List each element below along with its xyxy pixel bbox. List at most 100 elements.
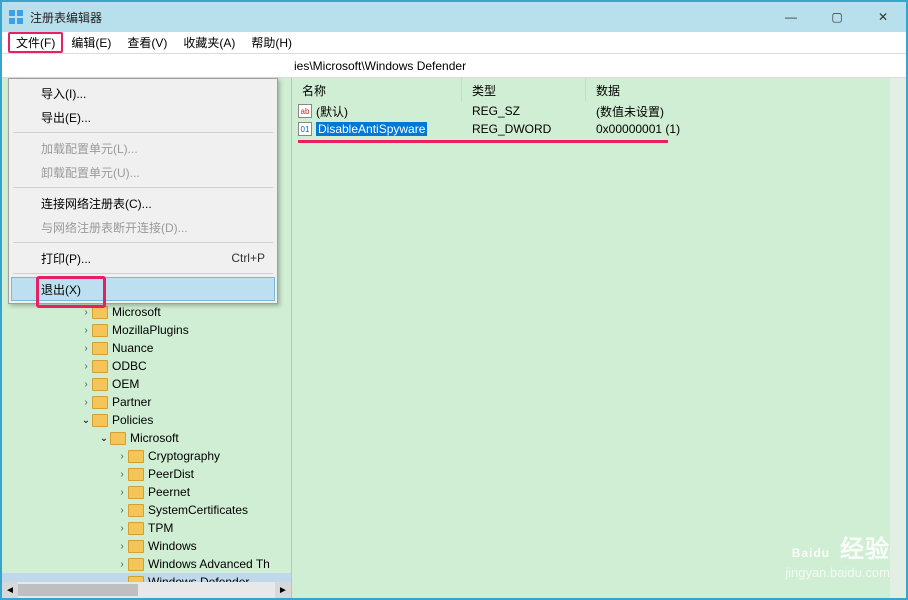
menu-item-print[interactable]: 打印(P)... Ctrl+P bbox=[11, 246, 275, 270]
expand-arrow-icon[interactable]: › bbox=[80, 343, 92, 354]
tree-item-label: Microsoft bbox=[112, 305, 161, 319]
expand-arrow-icon[interactable]: ⌄ bbox=[80, 415, 92, 426]
menu-separator bbox=[13, 132, 273, 133]
menu-bar: 文件(F) 编辑(E) 查看(V) 收藏夹(A) 帮助(H) bbox=[2, 32, 906, 54]
tree-item[interactable]: ⌄Policies bbox=[2, 411, 291, 429]
expand-arrow-icon[interactable]: › bbox=[116, 487, 128, 498]
folder-icon bbox=[128, 558, 144, 571]
tree-item-label: Windows bbox=[148, 539, 197, 553]
menu-view[interactable]: 查看(V) bbox=[119, 32, 175, 53]
window-title: 注册表编辑器 bbox=[30, 9, 768, 26]
values-panel: 名称 类型 数据 ab (默认) REG_SZ(数值未设置) 01 DisableAnt… bbox=[292, 78, 906, 598]
expand-arrow-icon[interactable]: › bbox=[116, 523, 128, 534]
expand-arrow-icon[interactable]: › bbox=[116, 451, 128, 462]
folder-icon bbox=[128, 504, 144, 517]
expand-arrow-icon[interactable]: › bbox=[116, 541, 128, 552]
expand-arrow-icon[interactable]: › bbox=[80, 397, 92, 408]
tree-item-label: SystemCertificates bbox=[148, 503, 248, 517]
scroll-track[interactable] bbox=[18, 582, 275, 598]
column-header-data[interactable]: 数据 bbox=[586, 78, 906, 101]
expand-arrow-icon[interactable]: › bbox=[116, 469, 128, 480]
expand-arrow-icon[interactable]: › bbox=[116, 559, 128, 570]
value-type: REG_SZ bbox=[462, 104, 586, 118]
highlight-underline bbox=[298, 140, 668, 143]
scroll-thumb[interactable] bbox=[18, 584, 138, 596]
address-bar[interactable]: ies\Microsoft\Windows Defender bbox=[2, 54, 906, 78]
tree-item-label: TPM bbox=[148, 521, 173, 535]
tree-item[interactable]: › PeerDist bbox=[2, 465, 291, 483]
tree-item[interactable]: ⌄ Microsoft bbox=[2, 429, 291, 447]
expand-arrow-icon[interactable]: › bbox=[80, 361, 92, 372]
tree-item[interactable]: ›ODBC bbox=[2, 357, 291, 375]
tree-item-label: PeerDist bbox=[148, 467, 194, 481]
column-headers: 名称 类型 数据 bbox=[292, 78, 906, 102]
expand-arrow-icon[interactable]: ⌄ bbox=[98, 433, 110, 444]
tree-item[interactable]: › MozillaPlugins bbox=[2, 321, 291, 339]
values-vertical-scrollbar[interactable] bbox=[890, 78, 906, 598]
value-name: DisableAntiSpyware bbox=[316, 122, 427, 136]
close-button[interactable]: ✕ bbox=[860, 2, 906, 32]
expand-arrow-icon[interactable]: › bbox=[80, 307, 92, 318]
menu-item-export[interactable]: 导出(E)... bbox=[11, 105, 275, 129]
menu-separator bbox=[13, 242, 273, 243]
folder-icon bbox=[128, 450, 144, 463]
menu-file[interactable]: 文件(F) bbox=[8, 32, 63, 53]
binary-value-icon: 01 bbox=[298, 122, 312, 136]
menu-item-load-hive: 加载配置单元(L)... bbox=[11, 136, 275, 160]
scroll-right-button[interactable]: ► bbox=[275, 582, 291, 598]
tree-item[interactable]: › Nuance bbox=[2, 339, 291, 357]
tree-item[interactable]: › TPM bbox=[2, 519, 291, 537]
tree-item-label: MozillaPlugins bbox=[112, 323, 189, 337]
maximize-button[interactable]: ▢ bbox=[814, 2, 860, 32]
expand-arrow-icon[interactable]: › bbox=[80, 325, 92, 336]
folder-icon bbox=[128, 468, 144, 481]
menu-item-exit[interactable]: 退出(X) bbox=[11, 277, 275, 301]
tree-item-label: Cryptography bbox=[148, 449, 220, 463]
tree-item[interactable]: › Cryptography bbox=[2, 447, 291, 465]
title-bar: 注册表编辑器 — ▢ ✕ bbox=[2, 2, 906, 32]
column-header-type[interactable]: 类型 bbox=[462, 78, 586, 101]
scroll-left-button[interactable]: ◄ bbox=[2, 582, 18, 598]
menu-item-unload-hive: 卸载配置单元(U)... bbox=[11, 160, 275, 184]
folder-icon bbox=[92, 414, 108, 427]
menu-edit[interactable]: 编辑(E) bbox=[63, 32, 119, 53]
tree-item-label: Partner bbox=[112, 395, 151, 409]
menu-item-print-shortcut: Ctrl+P bbox=[231, 251, 265, 265]
expand-arrow-icon[interactable]: › bbox=[80, 379, 92, 390]
value-row[interactable]: 01 DisableAntiSpyware REG_DWORD0x00000001 … bbox=[292, 120, 906, 138]
tree-item[interactable]: ›Windows Advanced Th bbox=[2, 555, 291, 573]
string-value-icon: ab bbox=[298, 104, 312, 118]
tree-item-label: OEM bbox=[112, 377, 139, 391]
menu-item-connect-network[interactable]: 连接网络注册表(C)... bbox=[11, 191, 275, 215]
menu-separator bbox=[13, 187, 273, 188]
folder-icon bbox=[92, 360, 108, 373]
tree-item[interactable]: › Partner bbox=[2, 393, 291, 411]
menu-item-import[interactable]: 导入(I)... bbox=[11, 81, 275, 105]
menu-favorites[interactable]: 收藏夹(A) bbox=[175, 32, 243, 53]
registry-tree[interactable]: Macrovision›Microsoft›MozillaPlugins›Nua… bbox=[2, 285, 291, 598]
expand-arrow-icon[interactable]: › bbox=[116, 505, 128, 516]
value-row[interactable]: ab (默认) REG_SZ(数值未设置) bbox=[292, 102, 906, 120]
tree-item[interactable]: › OEM bbox=[2, 375, 291, 393]
folder-icon bbox=[128, 540, 144, 553]
menu-help[interactable]: 帮助(H) bbox=[243, 32, 300, 53]
folder-icon bbox=[92, 324, 108, 337]
value-type: REG_DWORD bbox=[462, 122, 586, 136]
value-data: 0x00000001 (1) bbox=[586, 122, 906, 136]
folder-icon bbox=[110, 432, 126, 445]
column-header-name[interactable]: 名称 bbox=[292, 78, 462, 101]
tree-item-label: Nuance bbox=[112, 341, 153, 355]
folder-icon bbox=[92, 342, 108, 355]
tree-item[interactable]: ›Peernet bbox=[2, 483, 291, 501]
tree-horizontal-scrollbar[interactable]: ◄ ► bbox=[2, 582, 291, 598]
file-menu-dropdown: 导入(I)... 导出(E)... 加载配置单元(L)... 卸载配置单元(U)… bbox=[8, 78, 278, 304]
value-data: (数值未设置) bbox=[586, 103, 906, 120]
value-name: (默认) bbox=[316, 103, 348, 120]
tree-item[interactable]: › Windows bbox=[2, 537, 291, 555]
tree-item[interactable]: › SystemCertificates bbox=[2, 501, 291, 519]
folder-icon bbox=[92, 378, 108, 391]
tree-item-label: Microsoft bbox=[130, 431, 179, 445]
minimize-button[interactable]: — bbox=[768, 2, 814, 32]
content-area: 导入(I)... 导出(E)... 加载配置单元(L)... 卸载配置单元(U)… bbox=[2, 78, 906, 598]
menu-item-disconnect-network: 与网络注册表断开连接(D)... bbox=[11, 215, 275, 239]
